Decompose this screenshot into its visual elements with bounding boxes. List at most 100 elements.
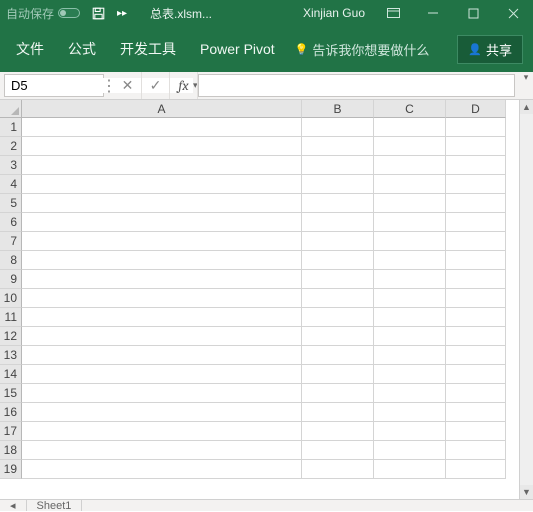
cell[interactable] xyxy=(22,403,302,422)
row-header[interactable]: 19 xyxy=(0,460,22,479)
row-header[interactable]: 2 xyxy=(0,137,22,156)
cell[interactable] xyxy=(22,175,302,194)
cells-area[interactable] xyxy=(22,118,519,499)
cell[interactable] xyxy=(446,403,506,422)
cell[interactable] xyxy=(374,213,446,232)
row-header[interactable]: 10 xyxy=(0,289,22,308)
cell[interactable] xyxy=(374,156,446,175)
cell[interactable] xyxy=(446,194,506,213)
cell[interactable] xyxy=(22,270,302,289)
cell[interactable] xyxy=(374,346,446,365)
cell[interactable] xyxy=(302,289,374,308)
column-header[interactable]: B xyxy=(302,100,374,118)
cell[interactable] xyxy=(374,251,446,270)
select-all-corner[interactable] xyxy=(0,100,22,118)
cell[interactable] xyxy=(302,213,374,232)
cell[interactable] xyxy=(22,232,302,251)
cell[interactable] xyxy=(446,213,506,232)
cell[interactable] xyxy=(302,403,374,422)
cell[interactable] xyxy=(22,308,302,327)
cell[interactable] xyxy=(22,213,302,232)
cell[interactable] xyxy=(22,156,302,175)
cell[interactable] xyxy=(302,441,374,460)
cell[interactable] xyxy=(446,251,506,270)
column-header[interactable]: D xyxy=(446,100,506,118)
cell[interactable] xyxy=(374,327,446,346)
row-header[interactable]: 18 xyxy=(0,441,22,460)
cell[interactable] xyxy=(446,137,506,156)
column-header[interactable]: C xyxy=(374,100,446,118)
row-header[interactable]: 15 xyxy=(0,384,22,403)
cell[interactable] xyxy=(446,118,506,137)
cell[interactable] xyxy=(446,327,506,346)
autosave-toggle[interactable]: 自动保存 xyxy=(0,5,86,22)
cell[interactable] xyxy=(302,194,374,213)
sheet-nav-prev[interactable]: ◂ xyxy=(0,500,27,511)
cell[interactable] xyxy=(446,422,506,441)
scroll-up-icon[interactable]: ▲ xyxy=(520,100,533,114)
cell[interactable] xyxy=(302,118,374,137)
row-header[interactable]: 3 xyxy=(0,156,22,175)
cell[interactable] xyxy=(302,156,374,175)
cancel-formula-icon[interactable]: ✕ xyxy=(114,72,142,99)
cell[interactable] xyxy=(374,137,446,156)
row-header[interactable]: 4 xyxy=(0,175,22,194)
formula-input[interactable] xyxy=(199,78,514,93)
cell[interactable] xyxy=(302,251,374,270)
row-header[interactable]: 17 xyxy=(0,422,22,441)
cell[interactable] xyxy=(446,365,506,384)
cell[interactable] xyxy=(374,118,446,137)
cell[interactable] xyxy=(374,460,446,479)
cell[interactable] xyxy=(22,327,302,346)
sheet-tab-active[interactable]: Sheet1 xyxy=(27,500,83,511)
cell[interactable] xyxy=(22,118,302,137)
cell[interactable] xyxy=(374,441,446,460)
cell[interactable] xyxy=(374,194,446,213)
cell[interactable] xyxy=(446,441,506,460)
cell[interactable] xyxy=(446,175,506,194)
cell[interactable] xyxy=(374,175,446,194)
cell[interactable] xyxy=(302,137,374,156)
cell[interactable] xyxy=(22,441,302,460)
cell[interactable] xyxy=(302,175,374,194)
row-header[interactable]: 6 xyxy=(0,213,22,232)
quick-access-more-icon[interactable]: ▸▸ xyxy=(110,8,134,19)
name-box[interactable]: ▾ xyxy=(4,74,104,97)
row-header[interactable]: 12 xyxy=(0,327,22,346)
share-button[interactable]: 👤 共享 xyxy=(457,35,523,64)
tab-formulas[interactable]: 公式 xyxy=(56,26,108,72)
cell[interactable] xyxy=(374,365,446,384)
row-header[interactable]: 5 xyxy=(0,194,22,213)
cell[interactable] xyxy=(22,137,302,156)
insert-function-icon[interactable]: fx xyxy=(170,72,198,99)
row-header[interactable]: 7 xyxy=(0,232,22,251)
cell[interactable] xyxy=(302,327,374,346)
cell[interactable] xyxy=(446,308,506,327)
cell[interactable] xyxy=(302,384,374,403)
tab-power-pivot[interactable]: Power Pivot xyxy=(188,26,287,72)
user-name[interactable]: Xinjian Guo xyxy=(295,6,373,20)
cell[interactable] xyxy=(374,232,446,251)
row-header[interactable]: 11 xyxy=(0,308,22,327)
row-header[interactable]: 16 xyxy=(0,403,22,422)
cell[interactable] xyxy=(22,365,302,384)
cell[interactable] xyxy=(22,460,302,479)
cell[interactable] xyxy=(446,460,506,479)
cell[interactable] xyxy=(302,232,374,251)
row-header[interactable]: 13 xyxy=(0,346,22,365)
cell[interactable] xyxy=(446,346,506,365)
cell[interactable] xyxy=(302,460,374,479)
cell[interactable] xyxy=(374,289,446,308)
cell[interactable] xyxy=(374,403,446,422)
column-header[interactable]: A xyxy=(22,100,302,118)
tab-developer[interactable]: 开发工具 xyxy=(108,26,188,72)
cell[interactable] xyxy=(22,289,302,308)
cell[interactable] xyxy=(446,384,506,403)
close-button[interactable] xyxy=(493,0,533,26)
tab-file[interactable]: 文件 xyxy=(4,26,56,72)
cell[interactable] xyxy=(374,384,446,403)
cell[interactable] xyxy=(446,289,506,308)
cell[interactable] xyxy=(374,422,446,441)
cell[interactable] xyxy=(302,308,374,327)
scroll-down-icon[interactable]: ▼ xyxy=(520,485,533,499)
